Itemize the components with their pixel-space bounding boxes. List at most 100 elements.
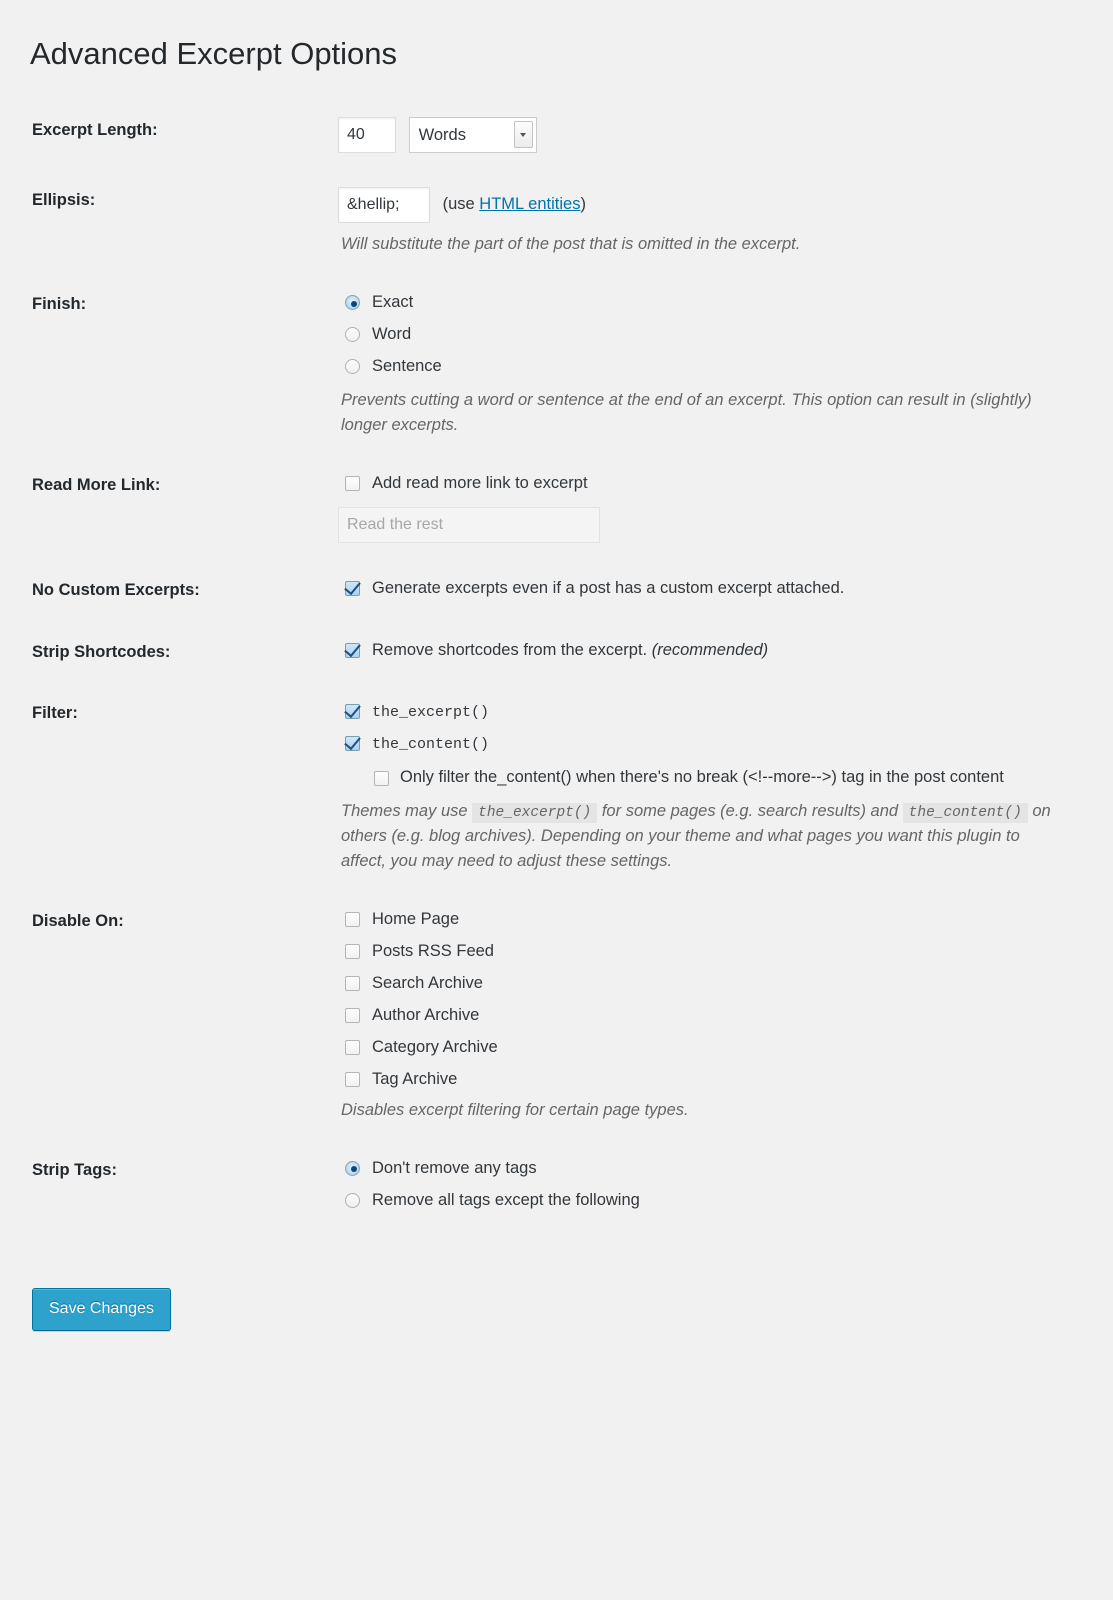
checkbox-icon[interactable] (345, 944, 360, 960)
checkbox-icon[interactable] (374, 770, 389, 786)
field-filter: the_excerpt() the_content() Only filter … (335, 683, 1083, 891)
no-custom-excerpts-label: Generate excerpts even if a post has a c… (372, 579, 845, 598)
filter-code-the-content: the_content() (902, 802, 1028, 823)
field-strip-tags: Don't remove any tags Remove all tags ex… (335, 1140, 1083, 1230)
field-read-more-link: Add read more link to excerpt (335, 455, 1083, 560)
finish-option-label: Sentence (372, 357, 442, 376)
checkbox-icon[interactable] (345, 1007, 360, 1023)
field-ellipsis: (use HTML entities) Will substitute the … (335, 170, 1083, 274)
finish-radio-group: Exact Word Sentence (338, 291, 1073, 379)
disable-on-tag-archive[interactable]: Tag Archive (338, 1068, 1073, 1092)
filter-option-the-content[interactable]: the_content() (338, 732, 1073, 756)
radio-icon[interactable] (345, 1192, 360, 1208)
disable-on-search-archive[interactable]: Search Archive (338, 972, 1073, 996)
checkbox-checked-icon[interactable] (345, 736, 360, 752)
row-strip-shortcodes: Strip Shortcodes: Remove shortcodes from… (30, 622, 1083, 683)
label-filter: Filter: (32, 704, 78, 723)
finish-option-label: Exact (372, 293, 414, 312)
row-filter: Filter: the_excerpt() the_content() Only… (30, 683, 1083, 891)
checkbox-icon[interactable] (345, 975, 360, 991)
strip-tags-option-remove-except[interactable]: Remove all tags except the following (338, 1189, 1073, 1213)
row-no-custom-excerpts: No Custom Excerpts: Generate excerpts ev… (30, 560, 1083, 621)
row-ellipsis: Ellipsis: (use HTML entities) Will subst… (30, 170, 1083, 274)
disable-on-label: Tag Archive (372, 1069, 458, 1088)
strip-tags-label: Remove all tags except the following (372, 1190, 640, 1209)
filter-option-label: the_excerpt() (372, 704, 490, 722)
checkbox-checked-icon[interactable] (345, 642, 360, 658)
strip-tags-option-dont-remove[interactable]: Don't remove any tags (338, 1157, 1073, 1181)
excerpt-length-unit-wrap: Words Characters (408, 117, 537, 154)
radio-icon[interactable] (345, 295, 360, 311)
settings-page: Advanced Excerpt Options Excerpt Length:… (0, 25, 1113, 1331)
ellipsis-input[interactable] (338, 187, 430, 224)
finish-option-label: Word (372, 325, 412, 344)
filter-sub-option-label: Only filter the_content() when there's n… (400, 767, 1004, 786)
excerpt-options-form: Excerpt Length: Words Characters Ellipsi… (30, 100, 1083, 1331)
label-read-more-link: Read More Link: (32, 476, 161, 495)
filter-desc-part1: Themes may use (341, 801, 473, 820)
label-strip-tags: Strip Tags: (32, 1160, 117, 1179)
label-strip-shortcodes: Strip Shortcodes: (32, 642, 171, 661)
field-excerpt-length: Words Characters (335, 100, 1083, 170)
disable-on-author-archive[interactable]: Author Archive (338, 1004, 1073, 1028)
row-excerpt-length: Excerpt Length: Words Characters (30, 100, 1083, 170)
filter-option-the-excerpt[interactable]: the_excerpt() (338, 700, 1073, 724)
html-entities-link[interactable]: HTML entities (479, 195, 580, 213)
label-disable-on: Disable On: (32, 912, 124, 931)
read-more-checkbox-label: Add read more link to excerpt (372, 474, 588, 493)
label-ellipsis: Ellipsis: (32, 191, 96, 210)
finish-option-word[interactable]: Word (338, 323, 1073, 347)
radio-icon[interactable] (345, 359, 360, 375)
no-custom-excerpts-checkbox-row[interactable]: Generate excerpts even if a post has a c… (338, 577, 1073, 601)
label-finish: Finish: (32, 295, 87, 314)
checkbox-checked-icon[interactable] (345, 581, 360, 597)
strip-shortcodes-note: (recommended) (651, 640, 769, 659)
disable-on-label: Author Archive (372, 1005, 480, 1024)
strip-shortcodes-label: Remove shortcodes from the excerpt. (372, 640, 648, 659)
read-more-checkbox-row[interactable]: Add read more link to excerpt (338, 472, 1073, 496)
radio-icon[interactable] (345, 1160, 360, 1176)
row-read-more-link: Read More Link: Add read more link to ex… (30, 455, 1083, 560)
field-strip-shortcodes: Remove shortcodes from the excerpt. (rec… (335, 622, 1083, 683)
checkbox-icon[interactable] (345, 1039, 360, 1055)
checkbox-icon[interactable] (345, 912, 360, 928)
ellipsis-note-suffix: ) (580, 195, 586, 214)
checkbox-icon[interactable] (345, 1071, 360, 1087)
submit-area: Save Changes (30, 1266, 1083, 1331)
strip-shortcodes-checkbox-row[interactable]: Remove shortcodes from the excerpt. (rec… (338, 639, 1073, 663)
filter-option-label: the_content() (372, 736, 490, 754)
excerpt-length-input[interactable] (338, 117, 396, 154)
finish-option-sentence[interactable]: Sentence (338, 355, 1073, 379)
read-more-text-input[interactable] (338, 507, 600, 544)
disable-on-label: Category Archive (372, 1037, 498, 1056)
label-excerpt-length: Excerpt Length: (32, 121, 158, 140)
disable-on-label: Search Archive (372, 973, 483, 992)
save-changes-button[interactable]: Save Changes (32, 1287, 171, 1331)
field-no-custom-excerpts: Generate excerpts even if a post has a c… (335, 560, 1083, 621)
disable-on-category-archive[interactable]: Category Archive (338, 1036, 1073, 1060)
ellipsis-note-prefix: (use (442, 195, 480, 214)
ellipsis-description: Will substitute the part of the post tha… (341, 235, 801, 254)
excerpt-length-unit-select[interactable]: Words Characters (408, 117, 537, 154)
disable-on-label: Home Page (372, 910, 460, 929)
checkbox-checked-icon[interactable] (345, 704, 360, 720)
page-title: Advanced Excerpt Options (30, 36, 398, 71)
filter-description: Themes may use the_excerpt() for some pa… (341, 799, 1057, 874)
row-disable-on: Disable On: Home Page Posts RSS Feed Sea… (30, 891, 1083, 1140)
disable-on-posts-rss-feed[interactable]: Posts RSS Feed (338, 940, 1073, 964)
filter-desc-part2: for some pages (e.g. search results) and (597, 801, 903, 820)
row-finish: Finish: Exact Word Sentence Prevents cut… (30, 274, 1083, 455)
disable-on-home-page[interactable]: Home Page (338, 908, 1073, 932)
field-finish: Exact Word Sentence Prevents cutting a w… (335, 274, 1083, 455)
strip-tags-label: Don't remove any tags (372, 1158, 537, 1177)
options-table: Excerpt Length: Words Characters Ellipsi… (30, 100, 1083, 1229)
field-disable-on: Home Page Posts RSS Feed Search Archive … (335, 891, 1083, 1140)
disable-on-description: Disables excerpt filtering for certain p… (341, 1100, 689, 1119)
checkbox-icon[interactable] (345, 476, 360, 492)
label-no-custom-excerpts: No Custom Excerpts: (32, 581, 200, 600)
disable-on-label: Posts RSS Feed (372, 942, 494, 961)
finish-option-exact[interactable]: Exact (338, 291, 1073, 315)
filter-sub-option-only-no-break[interactable]: Only filter the_content() when there's n… (338, 766, 1073, 790)
filter-code-the-excerpt: the_excerpt() (472, 802, 598, 823)
radio-icon[interactable] (345, 327, 360, 343)
